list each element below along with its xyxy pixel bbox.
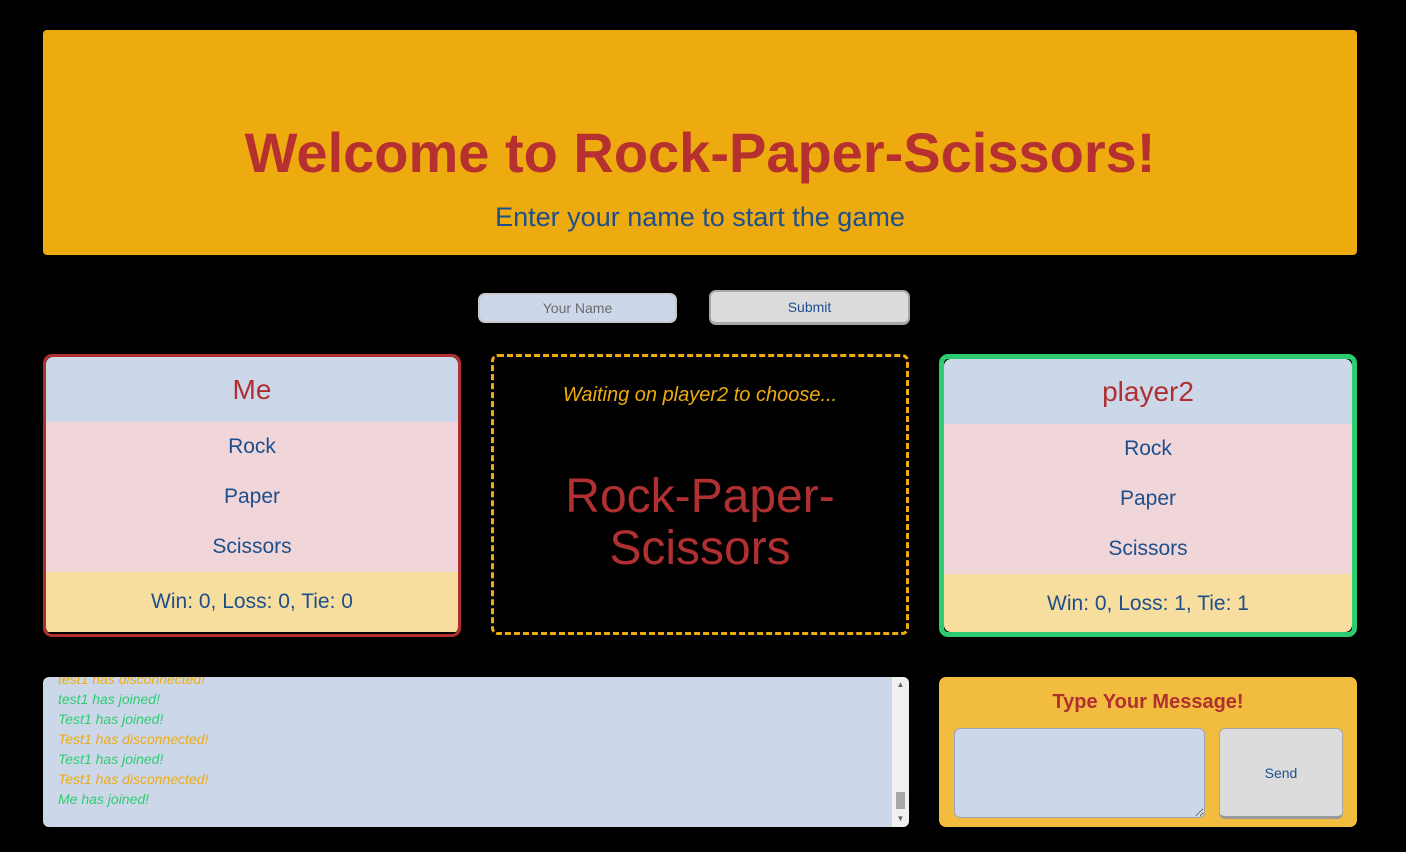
message-panel-title: Type Your Message! — [1052, 691, 1244, 713]
page: Welcome to Rock-Paper-Scissors! Enter yo… — [0, 0, 1406, 852]
chat-log-line: Test1 has disconnected! — [58, 731, 209, 747]
player2-choices: Rock Paper Scissors — [944, 424, 1352, 574]
player1-panel: Me Rock Paper Scissors Win: 0, Loss: 0, … — [43, 354, 461, 637]
chat-log-scrollbar[interactable]: ▲ ▼ — [892, 677, 909, 827]
board-title-line1: Rock-Paper- — [565, 470, 835, 523]
chat-log-line: Test1 has joined! — [58, 751, 164, 767]
chat-log-line: Test1 has joined! — [58, 711, 164, 727]
submit-button[interactable]: Submit — [709, 290, 910, 325]
scroll-up-arrow-icon[interactable]: ▲ — [892, 677, 909, 693]
player2-panel: player2 Rock Paper Scissors Win: 0, Loss… — [939, 354, 1357, 637]
player1-choice-paper[interactable]: Paper — [46, 472, 458, 522]
chat-log-line: test1 has joined! — [58, 691, 160, 707]
board-title-line2: Scissors — [609, 522, 791, 575]
message-input[interactable] — [954, 728, 1205, 818]
player1-name: Me — [46, 357, 458, 422]
chat-log-line: Me has joined! — [58, 791, 150, 807]
player1-score: Win: 0, Loss: 0, Tie: 0 — [46, 572, 458, 632]
send-button[interactable]: Send — [1219, 728, 1343, 819]
scroll-down-arrow-icon[interactable]: ▼ — [892, 811, 909, 827]
player2-score: Win: 0, Loss: 1, Tie: 1 — [944, 574, 1352, 632]
chat-log-line: test1 has disconnected! — [58, 677, 206, 687]
player1-choice-scissors[interactable]: Scissors — [46, 522, 458, 572]
chat-log-line: Test1 has disconnected! — [58, 771, 209, 787]
player2-choice-paper[interactable]: Paper — [944, 474, 1352, 524]
player2-choice-rock[interactable]: Rock — [944, 424, 1352, 474]
message-panel: Type Your Message! Send — [939, 677, 1357, 827]
player1-choice-rock[interactable]: Rock — [46, 422, 458, 472]
page-subtitle: Enter your name to start the game — [495, 202, 905, 232]
game-board: Waiting on player2 to choose... Rock-Pap… — [491, 354, 909, 635]
chat-log[interactable]: test1 has disconnected! test1 has joined… — [43, 677, 909, 827]
player1-choices: Rock Paper Scissors — [46, 422, 458, 572]
board-title: Rock-Paper- Scissors — [494, 471, 906, 575]
chat-log-lines: test1 has disconnected! test1 has joined… — [58, 677, 208, 809]
page-title: Welcome to Rock-Paper-Scissors! — [244, 121, 1156, 184]
name-input[interactable] — [478, 293, 677, 323]
player2-name: player2 — [944, 359, 1352, 424]
player2-choice-scissors[interactable]: Scissors — [944, 524, 1352, 574]
game-status: Waiting on player2 to choose... — [562, 384, 838, 406]
header-banner: Welcome to Rock-Paper-Scissors! Enter yo… — [43, 30, 1357, 255]
scrollbar-thumb[interactable] — [896, 792, 905, 809]
